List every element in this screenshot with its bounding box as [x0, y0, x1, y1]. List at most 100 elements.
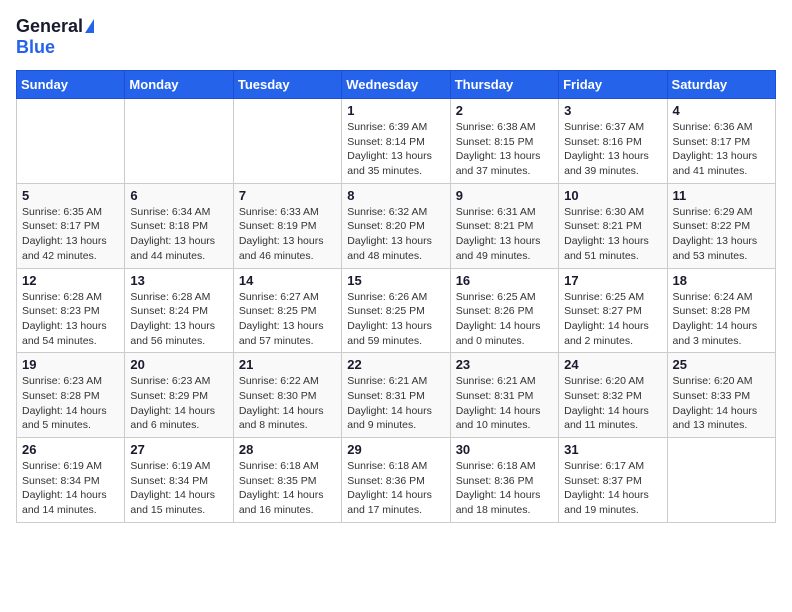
- day-info: Sunrise: 6:23 AM Sunset: 8:29 PM Dayligh…: [130, 374, 227, 433]
- day-info: Sunrise: 6:28 AM Sunset: 8:24 PM Dayligh…: [130, 290, 227, 349]
- day-number: 17: [564, 273, 661, 288]
- day-info: Sunrise: 6:30 AM Sunset: 8:21 PM Dayligh…: [564, 205, 661, 264]
- calendar-cell: 14Sunrise: 6:27 AM Sunset: 8:25 PM Dayli…: [233, 268, 341, 353]
- calendar-cell: 4 Sunrise: 6:36 AM Sunset: 8:17 PM Daylig…: [667, 99, 775, 184]
- day-number: 1: [347, 103, 444, 118]
- day-number: 4: [673, 103, 770, 118]
- day-number: 13: [130, 273, 227, 288]
- calendar-cell: 9 Sunrise: 6:31 AM Sunset: 8:21 PM Daylig…: [450, 183, 558, 268]
- day-info: Sunrise: 6:33 AM Sunset: 8:19 PM Dayligh…: [239, 205, 336, 264]
- calendar-cell: 15 Sunrise: 6:26 AM Sunset: 8:25 PM Dayli…: [342, 268, 450, 353]
- day-info: Sunrise: 6:37 AM Sunset: 8:16 PM Dayligh…: [564, 120, 661, 179]
- calendar-cell: 28 Sunrise: 6:18 AM Sunset: 8:35 PM Dayli…: [233, 438, 341, 523]
- day-info: Sunrise: 6:26 AM Sunset: 8:25 PM Dayligh…: [347, 290, 444, 349]
- calendar-header-row: SundayMondayTuesdayWednesdayThursdayFrid…: [17, 71, 776, 99]
- day-info: Sunrise: 6:25 AM Sunset: 8:26 PM Dayligh…: [456, 290, 553, 349]
- calendar-cell: 23 Sunrise: 6:21 AM Sunset: 8:31 PM Dayli…: [450, 353, 558, 438]
- calendar-cell: 20 Sunrise: 6:23 AM Sunset: 8:29 PM Dayli…: [125, 353, 233, 438]
- calendar-cell: 16 Sunrise: 6:25 AM Sunset: 8:26 PM Dayli…: [450, 268, 558, 353]
- calendar-cell: 1 Sunrise: 6:39 AM Sunset: 8:14 PM Daylig…: [342, 99, 450, 184]
- calendar-cell: 25 Sunrise: 6:20 AM Sunset: 8:33 PM Dayli…: [667, 353, 775, 438]
- logo-triangle-icon: [85, 19, 94, 33]
- day-number: 22: [347, 357, 444, 372]
- calendar-cell: 27Sunrise: 6:19 AM Sunset: 8:34 PM Dayli…: [125, 438, 233, 523]
- calendar-cell: 3 Sunrise: 6:37 AM Sunset: 8:16 PM Daylig…: [559, 99, 667, 184]
- calendar-cell: 21 Sunrise: 6:22 AM Sunset: 8:30 PM Dayli…: [233, 353, 341, 438]
- day-info: Sunrise: 6:39 AM Sunset: 8:14 PM Dayligh…: [347, 120, 444, 179]
- day-info: Sunrise: 6:18 AM Sunset: 8:35 PM Dayligh…: [239, 459, 336, 518]
- day-info: Sunrise: 6:18 AM Sunset: 8:36 PM Dayligh…: [456, 459, 553, 518]
- day-info: Sunrise: 6:25 AM Sunset: 8:27 PM Dayligh…: [564, 290, 661, 349]
- day-number: 10: [564, 188, 661, 203]
- day-number: 28: [239, 442, 336, 457]
- calendar-cell: 22 Sunrise: 6:21 AM Sunset: 8:31 PM Dayli…: [342, 353, 450, 438]
- day-number: 5: [22, 188, 119, 203]
- day-number: 16: [456, 273, 553, 288]
- day-info: Sunrise: 6:36 AM Sunset: 8:17 PM Dayligh…: [673, 120, 770, 179]
- day-info: Sunrise: 6:38 AM Sunset: 8:15 PM Dayligh…: [456, 120, 553, 179]
- calendar-cell: [125, 99, 233, 184]
- day-number: 6: [130, 188, 227, 203]
- day-number: 2: [456, 103, 553, 118]
- day-number: 8: [347, 188, 444, 203]
- calendar-cell: 26Sunrise: 6:19 AM Sunset: 8:34 PM Dayli…: [17, 438, 125, 523]
- calendar-cell: 19 Sunrise: 6:23 AM Sunset: 8:28 PM Dayli…: [17, 353, 125, 438]
- day-number: 3: [564, 103, 661, 118]
- day-number: 27: [130, 442, 227, 457]
- calendar-cell: 12 Sunrise: 6:28 AM Sunset: 8:23 PM Dayli…: [17, 268, 125, 353]
- day-number: 30: [456, 442, 553, 457]
- day-number: 23: [456, 357, 553, 372]
- calendar-cell: 10 Sunrise: 6:30 AM Sunset: 8:21 PM Dayli…: [559, 183, 667, 268]
- day-info: Sunrise: 6:19 AM Sunset: 8:34 PM Dayligh…: [22, 459, 119, 518]
- day-number: 7: [239, 188, 336, 203]
- day-number: 18: [673, 273, 770, 288]
- day-info: Sunrise: 6:22 AM Sunset: 8:30 PM Dayligh…: [239, 374, 336, 433]
- logo-blue-text: Blue: [16, 37, 55, 57]
- calendar-cell: 13 Sunrise: 6:28 AM Sunset: 8:24 PM Dayli…: [125, 268, 233, 353]
- day-info: Sunrise: 6:21 AM Sunset: 8:31 PM Dayligh…: [347, 374, 444, 433]
- calendar-week-4: 19 Sunrise: 6:23 AM Sunset: 8:28 PM Dayli…: [17, 353, 776, 438]
- calendar-cell: 6 Sunrise: 6:34 AM Sunset: 8:18 PM Daylig…: [125, 183, 233, 268]
- calendar-cell: 5 Sunrise: 6:35 AM Sunset: 8:17 PM Daylig…: [17, 183, 125, 268]
- day-info: Sunrise: 6:27 AM Sunset: 8:25 PM Dayligh…: [239, 290, 336, 349]
- day-number: 21: [239, 357, 336, 372]
- day-info: Sunrise: 6:31 AM Sunset: 8:21 PM Dayligh…: [456, 205, 553, 264]
- day-info: Sunrise: 6:29 AM Sunset: 8:22 PM Dayligh…: [673, 205, 770, 264]
- day-number: 31: [564, 442, 661, 457]
- day-number: 25: [673, 357, 770, 372]
- day-info: Sunrise: 6:35 AM Sunset: 8:17 PM Dayligh…: [22, 205, 119, 264]
- calendar-cell: 30 Sunrise: 6:18 AM Sunset: 8:36 PM Dayli…: [450, 438, 558, 523]
- weekday-header-wednesday: Wednesday: [342, 71, 450, 99]
- day-number: 20: [130, 357, 227, 372]
- day-info: Sunrise: 6:32 AM Sunset: 8:20 PM Dayligh…: [347, 205, 444, 264]
- day-info: Sunrise: 6:21 AM Sunset: 8:31 PM Dayligh…: [456, 374, 553, 433]
- page-header: General Blue: [16, 16, 776, 58]
- calendar-week-5: 26Sunrise: 6:19 AM Sunset: 8:34 PM Dayli…: [17, 438, 776, 523]
- weekday-header-saturday: Saturday: [667, 71, 775, 99]
- day-info: Sunrise: 6:18 AM Sunset: 8:36 PM Dayligh…: [347, 459, 444, 518]
- day-number: 29: [347, 442, 444, 457]
- day-number: 12: [22, 273, 119, 288]
- day-number: 9: [456, 188, 553, 203]
- calendar-week-1: 1 Sunrise: 6:39 AM Sunset: 8:14 PM Daylig…: [17, 99, 776, 184]
- day-info: Sunrise: 6:24 AM Sunset: 8:28 PM Dayligh…: [673, 290, 770, 349]
- day-info: Sunrise: 6:23 AM Sunset: 8:28 PM Dayligh…: [22, 374, 119, 433]
- day-number: 24: [564, 357, 661, 372]
- day-info: Sunrise: 6:20 AM Sunset: 8:33 PM Dayligh…: [673, 374, 770, 433]
- logo: General Blue: [16, 16, 96, 58]
- day-number: 11: [673, 188, 770, 203]
- weekday-header-friday: Friday: [559, 71, 667, 99]
- calendar-table: SundayMondayTuesdayWednesdayThursdayFrid…: [16, 70, 776, 523]
- calendar-cell: [233, 99, 341, 184]
- day-info: Sunrise: 6:34 AM Sunset: 8:18 PM Dayligh…: [130, 205, 227, 264]
- day-info: Sunrise: 6:28 AM Sunset: 8:23 PM Dayligh…: [22, 290, 119, 349]
- calendar-cell: 8 Sunrise: 6:32 AM Sunset: 8:20 PM Daylig…: [342, 183, 450, 268]
- calendar-cell: 29 Sunrise: 6:18 AM Sunset: 8:36 PM Dayli…: [342, 438, 450, 523]
- calendar-cell: 31Sunrise: 6:17 AM Sunset: 8:37 PM Dayli…: [559, 438, 667, 523]
- day-number: 15: [347, 273, 444, 288]
- logo-general-text: General: [16, 16, 83, 37]
- weekday-header-thursday: Thursday: [450, 71, 558, 99]
- weekday-header-monday: Monday: [125, 71, 233, 99]
- day-number: 19: [22, 357, 119, 372]
- calendar-cell: 11 Sunrise: 6:29 AM Sunset: 8:22 PM Dayli…: [667, 183, 775, 268]
